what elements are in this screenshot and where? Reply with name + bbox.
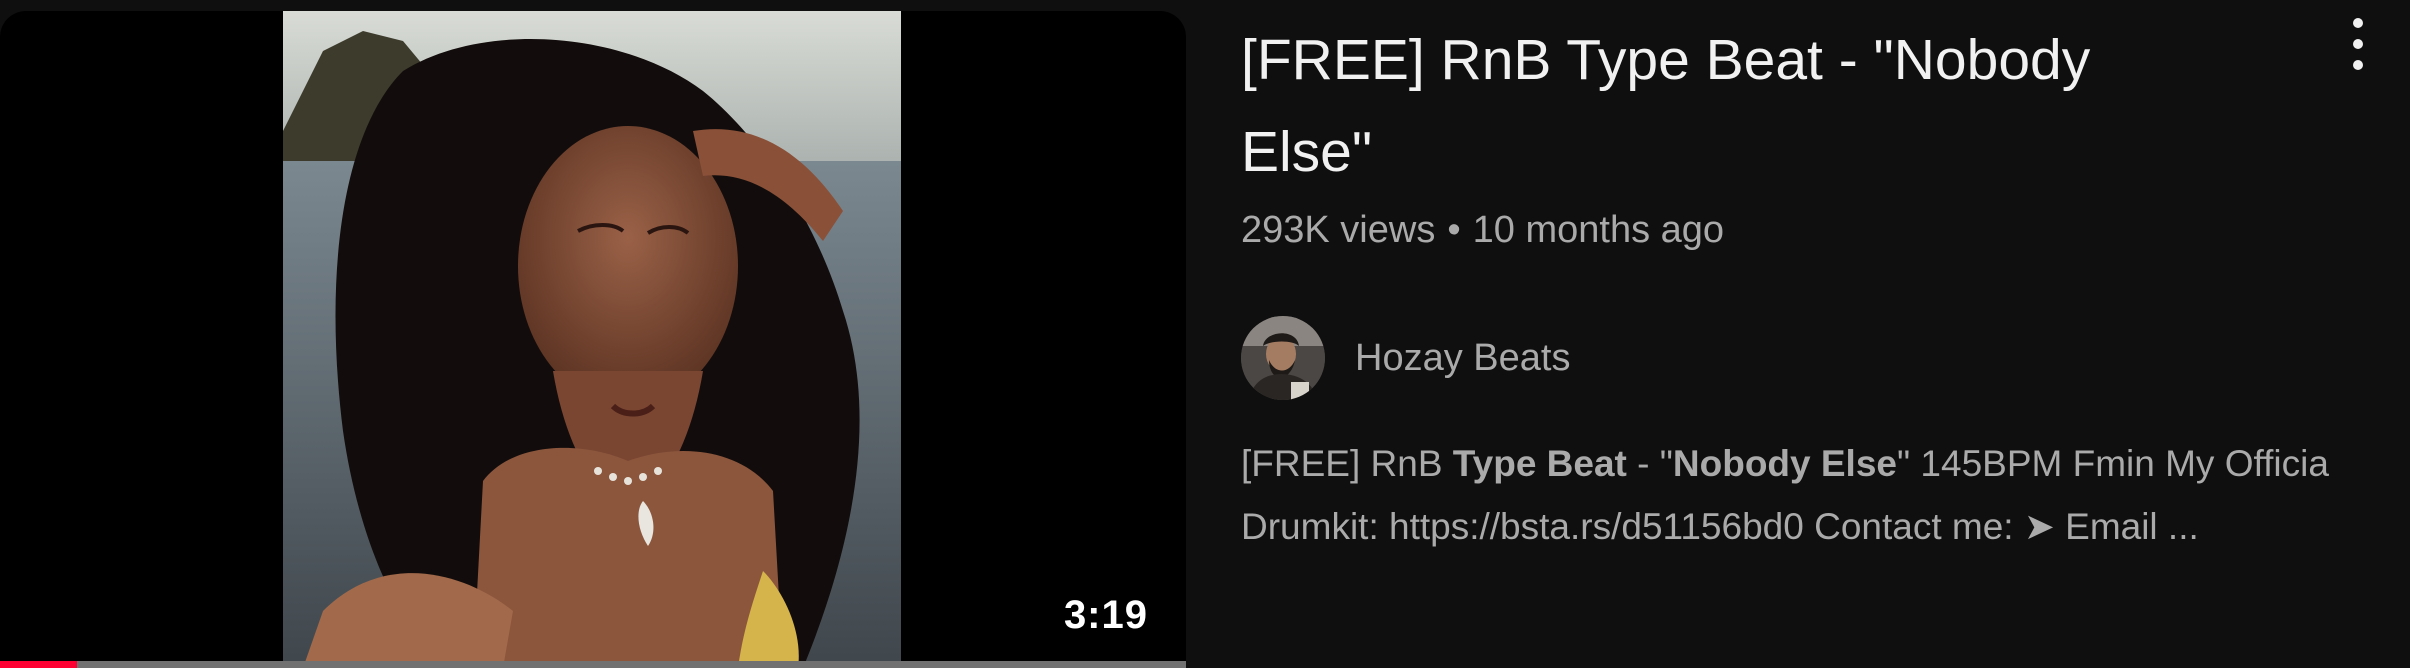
more-vertical-icon[interactable] bbox=[2336, 14, 2380, 74]
menu-dot bbox=[2353, 39, 2363, 49]
channel-avatar[interactable] bbox=[1241, 316, 1325, 400]
menu-dot bbox=[2353, 60, 2363, 70]
watch-progress-fill bbox=[0, 661, 78, 668]
view-count: 293K views bbox=[1241, 209, 1436, 251]
upload-age: 10 months ago bbox=[1472, 209, 1725, 251]
video-description-snippet: [FREE] RnB Type Beat - "Nobody Else" 145… bbox=[1241, 432, 2410, 558]
description-text: " 145BPM Fmin My Officia bbox=[1897, 443, 2329, 484]
description-line-2: Drumkit: https://bsta.rs/d51156bd0 Conta… bbox=[1241, 506, 2199, 547]
description-highlight: Nobody Else bbox=[1672, 443, 1897, 484]
thumbnail-image bbox=[283, 11, 901, 668]
meta-separator: • bbox=[1447, 209, 1461, 251]
channel-name[interactable]: Hozay Beats bbox=[1355, 337, 1570, 380]
description-text: - " bbox=[1626, 443, 1673, 484]
description-text: [FREE] RnB bbox=[1241, 443, 1453, 484]
description-highlight: Type Beat bbox=[1452, 443, 1627, 484]
watch-progress-bar bbox=[0, 661, 1186, 668]
video-result-row[interactable]: 3:19 [FREE] RnB Type Beat - "Nobody Else… bbox=[0, 0, 2410, 668]
duration-badge: 3:19 bbox=[1063, 593, 1148, 637]
video-metadata: 293K views • 10 months ago bbox=[1241, 202, 2361, 258]
description-line-1: [FREE] RnB Type Beat - "Nobody Else" 145… bbox=[1241, 432, 2410, 495]
video-thumbnail[interactable]: 3:19 bbox=[0, 11, 1186, 668]
video-title[interactable]: [FREE] RnB Type Beat - "Nobody Else" bbox=[1241, 14, 2201, 198]
video-info: [FREE] RnB Type Beat - "Nobody Else" 293… bbox=[1241, 14, 2361, 400]
menu-dot bbox=[2353, 18, 2363, 28]
channel-row[interactable]: Hozay Beats bbox=[1241, 316, 2361, 400]
